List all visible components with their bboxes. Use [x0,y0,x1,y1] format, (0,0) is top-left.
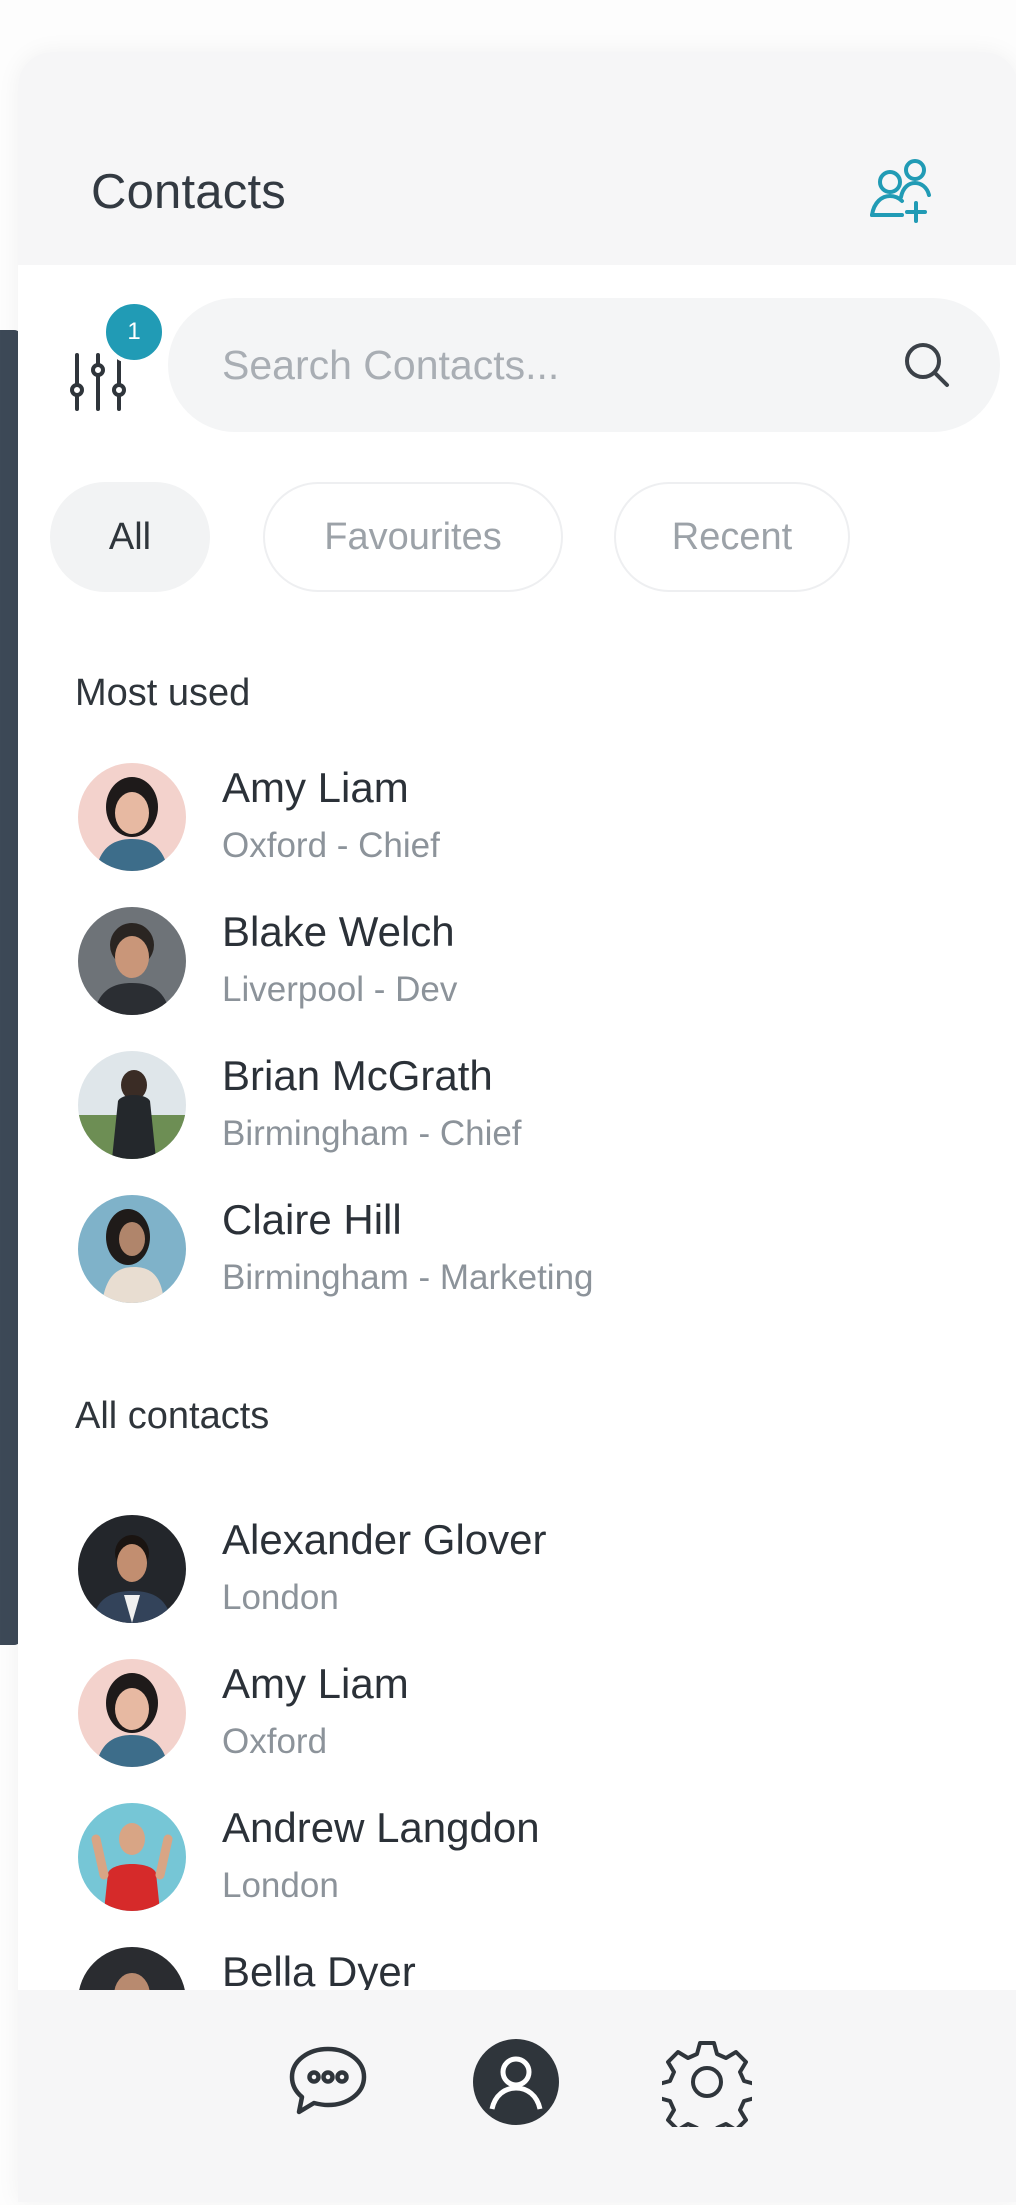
add-user-icon [870,159,931,223]
user-icon [473,2039,559,2125]
bottom-navigation [18,1990,1016,2202]
contact-name: Amy Liam [222,1660,409,1707]
contact-row[interactable]: Blake Welch Liverpool - Dev [78,904,978,1024]
avatar [78,1803,186,1911]
contact-name: Alexander Glover [222,1516,547,1563]
contact-row[interactable]: Brian McGrath Birmingham - Chief [78,1048,978,1168]
filter-count-badge: 1 [102,300,166,364]
contact-name: Amy Liam [222,764,409,811]
avatar [78,1195,186,1303]
avatar [78,1515,186,1623]
section-title-most-used: Most used [75,672,251,714]
search-bar [168,298,1000,432]
nav-chats-button[interactable] [280,2034,376,2130]
search-icon [905,343,949,387]
chat-bubble-icon [289,2046,367,2115]
avatar [78,1051,186,1159]
gear-icon [662,2041,752,2127]
contact-detail: Oxford - Chief [222,826,440,865]
contacts-panel: Contacts 1 Search Contacts... All Favour… [18,52,1016,2202]
page-title: Contacts [91,165,286,219]
contact-detail: Birmingham - Marketing [222,1258,594,1297]
contact-detail: Liverpool - Dev [222,970,458,1009]
tab-recent[interactable]: Recent [614,482,850,592]
contact-name: Claire Hill [222,1196,402,1243]
avatar [78,763,186,871]
app-screen: Contacts 1 Search Contacts... All Favour… [0,0,1016,2205]
contact-detail: Birmingham - Chief [222,1114,522,1153]
search-input[interactable] [222,328,862,402]
contact-row[interactable]: Alexander Glover London [78,1512,978,1632]
contact-detail: London [222,1866,339,1905]
tab-favourites[interactable]: Favourites [263,482,563,592]
avatar [78,1659,186,1767]
search-button[interactable] [894,332,960,398]
contact-row[interactable]: Andrew Langdon London [78,1800,978,1920]
nav-contacts-button[interactable] [468,2034,564,2130]
contact-row[interactable]: Amy Liam Oxford [78,1656,978,1776]
contact-row[interactable]: Claire Hill Birmingham - Marketing [78,1192,978,1312]
header: Contacts [18,52,1016,265]
section-title-all-contacts: All contacts [75,1395,270,1437]
contact-name: Andrew Langdon [222,1804,540,1851]
contact-name: Brian McGrath [222,1052,493,1099]
contact-detail: Oxford [222,1722,328,1761]
contact-row[interactable]: Amy Liam Oxford - Chief [78,760,978,880]
add-contact-button[interactable] [866,153,940,227]
avatar [78,907,186,1015]
tab-all[interactable]: All [50,482,210,592]
contact-detail: London [222,1578,339,1617]
contact-name: Blake Welch [222,908,455,955]
contact-name: Bella Dyer [222,1948,416,1995]
nav-settings-button[interactable] [659,2034,755,2130]
